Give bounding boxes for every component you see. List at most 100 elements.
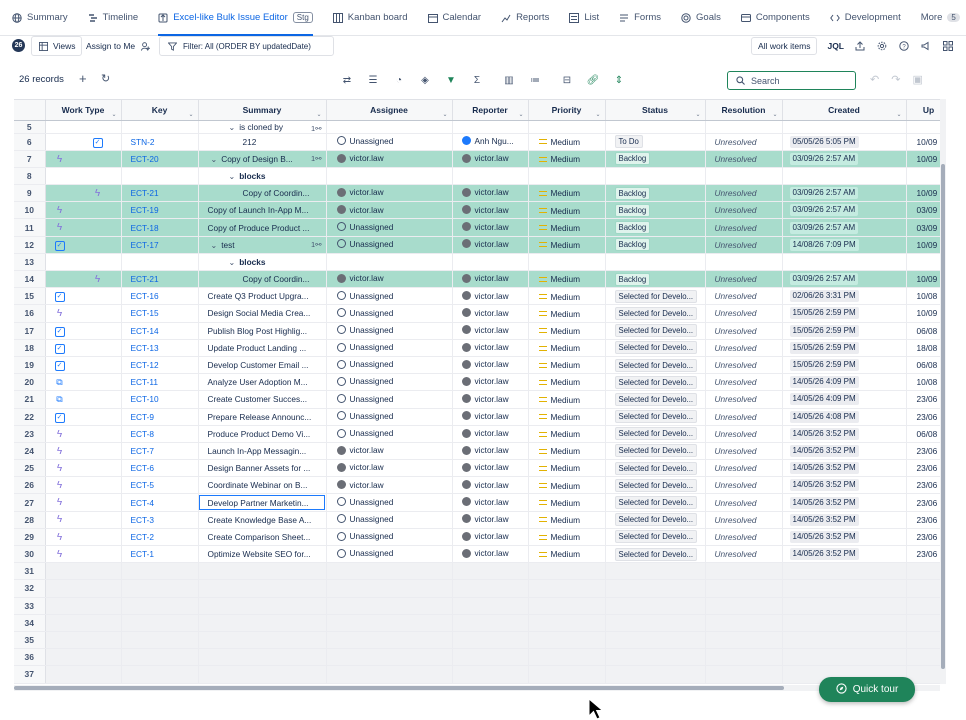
- link-count-icon[interactable]: 1⚯: [311, 124, 321, 133]
- resolution-cell[interactable]: Unresolved: [705, 511, 783, 529]
- status-cell[interactable]: Selected for Develo...: [605, 304, 706, 323]
- empty-cell[interactable]: [528, 648, 606, 667]
- all-work-items-button[interactable]: All work items: [751, 37, 818, 55]
- assignee-cell[interactable]: Unassigned: [326, 287, 453, 306]
- work-type-cell[interactable]: ϟ: [45, 442, 122, 461]
- empty-cell[interactable]: [121, 648, 199, 667]
- horizontal-scrollbar[interactable]: [14, 685, 940, 691]
- reporter-cell[interactable]: victor.law: [452, 322, 529, 340]
- column-menu-chevron-icon[interactable]: ⌄: [111, 111, 116, 118]
- work-type-cell[interactable]: ✓: [45, 236, 122, 254]
- vertical-scrollbar[interactable]: [940, 99, 946, 684]
- resolution-cell[interactable]: Unresolved: [705, 390, 783, 409]
- updated-cell[interactable]: 10/08: [906, 373, 940, 392]
- column-header-priority[interactable]: Priority ⌄: [528, 100, 606, 121]
- empty-cell[interactable]: [528, 631, 606, 650]
- created-cell[interactable]: 05/05/26 5:05 PM: [782, 133, 907, 151]
- empty-cell[interactable]: [906, 631, 940, 650]
- empty-row[interactable]: 34: [14, 614, 940, 632]
- resolution-cell[interactable]: Unresolved: [705, 150, 783, 168]
- status-cell[interactable]: Backlog: [605, 270, 706, 289]
- column-menu-chevron-icon[interactable]: ⌄: [442, 111, 447, 118]
- assignee-cell[interactable]: Unassigned: [326, 133, 453, 151]
- resolution-cell[interactable]: Unresolved: [705, 133, 783, 151]
- work-type-cell[interactable]: ✓: [45, 133, 122, 151]
- tab-components[interactable]: Components: [740, 0, 810, 36]
- status-cell[interactable]: To Do: [605, 133, 706, 151]
- issue-key-cell[interactable]: ECT-7: [121, 442, 199, 461]
- empty-cell[interactable]: [45, 562, 122, 581]
- work-type-cell[interactable]: ✓: [45, 408, 122, 426]
- created-cell[interactable]: 14/05/26 4:09 PM: [782, 390, 907, 409]
- empty-cell[interactable]: [452, 562, 529, 581]
- assignee-cell[interactable]: victor.law: [326, 459, 453, 478]
- empty-cell[interactable]: [705, 597, 783, 615]
- status-cell[interactable]: Selected for Develo...: [605, 373, 706, 392]
- issue-key-cell[interactable]: ECT-13: [121, 339, 199, 357]
- created-cell[interactable]: 15/05/26 2:59 PM: [782, 339, 907, 357]
- work-type-cell[interactable]: ϟ: [45, 150, 122, 168]
- empty-cell[interactable]: [326, 665, 453, 684]
- table-row[interactable]: 24 ϟ ECT-7 Launch In-App Messagin... victor.…: [14, 442, 940, 461]
- empty-row[interactable]: 31: [14, 562, 940, 581]
- assignee-cell[interactable]: Unassigned: [326, 545, 453, 564]
- updated-cell[interactable]: 10/09: [906, 184, 940, 203]
- status-cell[interactable]: Selected for Develo...: [605, 339, 706, 357]
- assignee-cell[interactable]: victor.law: [326, 184, 453, 203]
- reporter-cell[interactable]: [452, 167, 529, 186]
- empty-cell[interactable]: [121, 631, 199, 650]
- tab-list[interactable]: List: [569, 0, 599, 36]
- column-header-work-type[interactable]: Work Type ⌄: [45, 100, 122, 121]
- empty-cell[interactable]: [198, 597, 327, 615]
- empty-cell[interactable]: [782, 631, 907, 650]
- resolution-cell[interactable]: Unresolved: [705, 184, 783, 203]
- updated-cell[interactable]: 06/08: [906, 425, 940, 443]
- empty-cell[interactable]: [605, 614, 706, 632]
- created-cell[interactable]: 03/09/26 2:57 AM: [782, 270, 907, 289]
- table-row[interactable]: 30 ϟ ECT-1 Optimize Website SEO for... Unass…: [14, 545, 940, 564]
- assignee-cell[interactable]: Unassigned: [326, 528, 453, 547]
- issue-key-cell[interactable]: ECT-2: [121, 528, 199, 547]
- column-header-summary[interactable]: Summary ⌄: [198, 100, 327, 121]
- column-menu-chevron-icon[interactable]: ⌄: [595, 111, 600, 118]
- status-cell[interactable]: [605, 253, 706, 272]
- status-cell[interactable]: Selected for Develo...: [605, 287, 706, 306]
- column-header-reporter[interactable]: Reporter ⌄: [452, 100, 529, 121]
- empty-cell[interactable]: [705, 562, 783, 581]
- vertical-scroll-thumb[interactable]: [941, 164, 945, 669]
- assignee-cell[interactable]: [326, 167, 453, 186]
- empty-cell[interactable]: [198, 562, 327, 581]
- settings-icon[interactable]: [876, 40, 888, 52]
- resolution-cell[interactable]: Unresolved: [705, 425, 783, 443]
- created-cell[interactable]: 03/09/26 2:57 AM: [782, 184, 907, 203]
- help-icon[interactable]: ?: [898, 40, 910, 52]
- summary-cell[interactable]: Publish Blog Post Highlig...: [198, 322, 327, 340]
- updated-cell[interactable]: 23/06: [906, 493, 940, 512]
- tab-goals[interactable]: Goals: [681, 0, 721, 36]
- work-type-cell[interactable]: ⧉: [45, 390, 122, 409]
- table-row[interactable]: 19 ✓ ECT-12 Develop Customer Email ... Unass…: [14, 356, 940, 375]
- quick-tour-button[interactable]: Quick tour: [819, 677, 915, 702]
- updated-cell[interactable]: 10/09: [906, 236, 940, 254]
- created-cell[interactable]: [782, 167, 907, 186]
- ordered-list-icon[interactable]: ≔: [524, 71, 546, 89]
- empty-cell[interactable]: [452, 665, 529, 684]
- empty-cell[interactable]: [121, 683, 199, 684]
- status-cell[interactable]: Selected for Develo...: [605, 511, 706, 529]
- expand-chevron-icon[interactable]: ⌄: [229, 258, 236, 267]
- empty-cell[interactable]: [782, 614, 907, 632]
- empty-cell[interactable]: [528, 665, 606, 684]
- sum-icon[interactable]: Σ: [466, 71, 488, 89]
- empty-cell[interactable]: [528, 579, 606, 598]
- issue-key-cell[interactable]: ECT-8: [121, 425, 199, 443]
- table-row[interactable]: 10 ϟ ECT-19 Copy of Launch In-App M... victo…: [14, 201, 940, 220]
- work-type-cell[interactable]: ✓: [45, 322, 122, 340]
- reporter-cell[interactable]: victor.law: [452, 236, 529, 254]
- table-row[interactable]: 29 ϟ ECT-2 Create Comparison Sheet... Unassi…: [14, 528, 940, 547]
- updated-cell[interactable]: 23/06: [906, 390, 940, 409]
- empty-cell[interactable]: [906, 597, 940, 615]
- empty-cell[interactable]: [605, 579, 706, 598]
- empty-cell[interactable]: [782, 597, 907, 615]
- reporter-cell[interactable]: victor.law: [452, 408, 529, 426]
- issue-key-cell[interactable]: [121, 120, 199, 134]
